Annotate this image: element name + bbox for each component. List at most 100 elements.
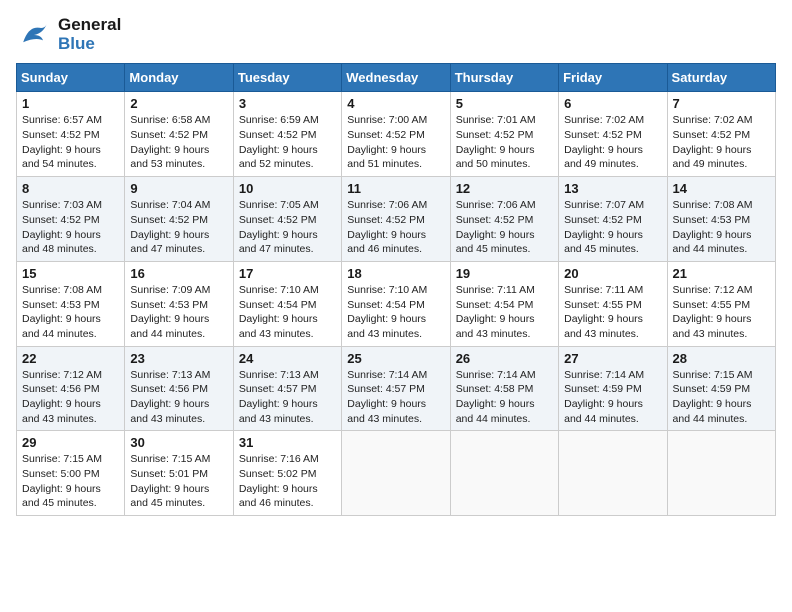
logo-text: General Blue (58, 16, 121, 53)
day-number: 5 (456, 96, 553, 111)
calendar-cell: 8 Sunrise: 7:03 AM Sunset: 4:52 PM Dayli… (17, 177, 125, 262)
day-info: Sunrise: 7:15 AM Sunset: 5:01 PM Dayligh… (130, 452, 227, 511)
calendar-cell: 21 Sunrise: 7:12 AM Sunset: 4:55 PM Dayl… (667, 261, 775, 346)
calendar-cell: 13 Sunrise: 7:07 AM Sunset: 4:52 PM Dayl… (559, 177, 667, 262)
calendar-cell: 18 Sunrise: 7:10 AM Sunset: 4:54 PM Dayl… (342, 261, 450, 346)
calendar-header-sunday: Sunday (17, 64, 125, 92)
day-info: Sunrise: 7:15 AM Sunset: 5:00 PM Dayligh… (22, 452, 119, 511)
day-info: Sunrise: 7:16 AM Sunset: 5:02 PM Dayligh… (239, 452, 336, 511)
calendar-cell: 9 Sunrise: 7:04 AM Sunset: 4:52 PM Dayli… (125, 177, 233, 262)
calendar-cell: 25 Sunrise: 7:14 AM Sunset: 4:57 PM Dayl… (342, 346, 450, 431)
day-info: Sunrise: 7:12 AM Sunset: 4:55 PM Dayligh… (673, 283, 770, 342)
logo: General Blue (16, 16, 121, 53)
day-number: 24 (239, 351, 336, 366)
calendar-table: SundayMondayTuesdayWednesdayThursdayFrid… (16, 63, 776, 516)
day-number: 22 (22, 351, 119, 366)
calendar-week-5: 29 Sunrise: 7:15 AM Sunset: 5:00 PM Dayl… (17, 431, 776, 516)
calendar-cell: 15 Sunrise: 7:08 AM Sunset: 4:53 PM Dayl… (17, 261, 125, 346)
calendar-week-4: 22 Sunrise: 7:12 AM Sunset: 4:56 PM Dayl… (17, 346, 776, 431)
day-number: 4 (347, 96, 444, 111)
day-info: Sunrise: 6:59 AM Sunset: 4:52 PM Dayligh… (239, 113, 336, 172)
day-info: Sunrise: 7:11 AM Sunset: 4:54 PM Dayligh… (456, 283, 553, 342)
day-number: 7 (673, 96, 770, 111)
day-info: Sunrise: 7:05 AM Sunset: 4:52 PM Dayligh… (239, 198, 336, 257)
day-number: 13 (564, 181, 661, 196)
day-info: Sunrise: 7:13 AM Sunset: 4:56 PM Dayligh… (130, 368, 227, 427)
day-number: 10 (239, 181, 336, 196)
day-number: 31 (239, 435, 336, 450)
calendar-week-3: 15 Sunrise: 7:08 AM Sunset: 4:53 PM Dayl… (17, 261, 776, 346)
calendar-cell: 20 Sunrise: 7:11 AM Sunset: 4:55 PM Dayl… (559, 261, 667, 346)
day-info: Sunrise: 7:00 AM Sunset: 4:52 PM Dayligh… (347, 113, 444, 172)
day-number: 16 (130, 266, 227, 281)
calendar-cell: 10 Sunrise: 7:05 AM Sunset: 4:52 PM Dayl… (233, 177, 341, 262)
calendar-header-tuesday: Tuesday (233, 64, 341, 92)
day-number: 28 (673, 351, 770, 366)
day-info: Sunrise: 7:15 AM Sunset: 4:59 PM Dayligh… (673, 368, 770, 427)
calendar-cell: 7 Sunrise: 7:02 AM Sunset: 4:52 PM Dayli… (667, 92, 775, 177)
calendar-cell: 4 Sunrise: 7:00 AM Sunset: 4:52 PM Dayli… (342, 92, 450, 177)
calendar-cell: 22 Sunrise: 7:12 AM Sunset: 4:56 PM Dayl… (17, 346, 125, 431)
calendar-header-thursday: Thursday (450, 64, 558, 92)
day-number: 21 (673, 266, 770, 281)
day-number: 3 (239, 96, 336, 111)
day-info: Sunrise: 7:09 AM Sunset: 4:53 PM Dayligh… (130, 283, 227, 342)
day-info: Sunrise: 7:06 AM Sunset: 4:52 PM Dayligh… (456, 198, 553, 257)
day-number: 1 (22, 96, 119, 111)
calendar-cell: 19 Sunrise: 7:11 AM Sunset: 4:54 PM Dayl… (450, 261, 558, 346)
day-info: Sunrise: 6:57 AM Sunset: 4:52 PM Dayligh… (22, 113, 119, 172)
day-info: Sunrise: 7:02 AM Sunset: 4:52 PM Dayligh… (673, 113, 770, 172)
calendar-cell: 24 Sunrise: 7:13 AM Sunset: 4:57 PM Dayl… (233, 346, 341, 431)
day-number: 8 (22, 181, 119, 196)
calendar-cell: 1 Sunrise: 6:57 AM Sunset: 4:52 PM Dayli… (17, 92, 125, 177)
calendar-cell: 12 Sunrise: 7:06 AM Sunset: 4:52 PM Dayl… (450, 177, 558, 262)
day-info: Sunrise: 7:14 AM Sunset: 4:59 PM Dayligh… (564, 368, 661, 427)
day-info: Sunrise: 7:01 AM Sunset: 4:52 PM Dayligh… (456, 113, 553, 172)
calendar-header-wednesday: Wednesday (342, 64, 450, 92)
calendar-cell (450, 431, 558, 516)
logo-icon (16, 17, 52, 53)
day-number: 23 (130, 351, 227, 366)
day-info: Sunrise: 7:10 AM Sunset: 4:54 PM Dayligh… (347, 283, 444, 342)
day-info: Sunrise: 7:08 AM Sunset: 4:53 PM Dayligh… (22, 283, 119, 342)
day-number: 20 (564, 266, 661, 281)
day-info: Sunrise: 7:13 AM Sunset: 4:57 PM Dayligh… (239, 368, 336, 427)
calendar-header-monday: Monday (125, 64, 233, 92)
calendar-cell: 23 Sunrise: 7:13 AM Sunset: 4:56 PM Dayl… (125, 346, 233, 431)
calendar-cell: 14 Sunrise: 7:08 AM Sunset: 4:53 PM Dayl… (667, 177, 775, 262)
day-info: Sunrise: 7:12 AM Sunset: 4:56 PM Dayligh… (22, 368, 119, 427)
day-info: Sunrise: 7:10 AM Sunset: 4:54 PM Dayligh… (239, 283, 336, 342)
day-info: Sunrise: 7:04 AM Sunset: 4:52 PM Dayligh… (130, 198, 227, 257)
calendar-cell: 11 Sunrise: 7:06 AM Sunset: 4:52 PM Dayl… (342, 177, 450, 262)
calendar-cell: 26 Sunrise: 7:14 AM Sunset: 4:58 PM Dayl… (450, 346, 558, 431)
day-number: 19 (456, 266, 553, 281)
calendar-cell: 6 Sunrise: 7:02 AM Sunset: 4:52 PM Dayli… (559, 92, 667, 177)
day-info: Sunrise: 7:14 AM Sunset: 4:57 PM Dayligh… (347, 368, 444, 427)
day-number: 11 (347, 181, 444, 196)
calendar-cell: 27 Sunrise: 7:14 AM Sunset: 4:59 PM Dayl… (559, 346, 667, 431)
calendar-header-saturday: Saturday (667, 64, 775, 92)
day-info: Sunrise: 7:14 AM Sunset: 4:58 PM Dayligh… (456, 368, 553, 427)
calendar-cell: 2 Sunrise: 6:58 AM Sunset: 4:52 PM Dayli… (125, 92, 233, 177)
day-number: 14 (673, 181, 770, 196)
calendar-cell: 31 Sunrise: 7:16 AM Sunset: 5:02 PM Dayl… (233, 431, 341, 516)
calendar-cell (342, 431, 450, 516)
calendar-cell: 17 Sunrise: 7:10 AM Sunset: 4:54 PM Dayl… (233, 261, 341, 346)
day-number: 2 (130, 96, 227, 111)
day-info: Sunrise: 7:02 AM Sunset: 4:52 PM Dayligh… (564, 113, 661, 172)
calendar-cell: 3 Sunrise: 6:59 AM Sunset: 4:52 PM Dayli… (233, 92, 341, 177)
day-info: Sunrise: 6:58 AM Sunset: 4:52 PM Dayligh… (130, 113, 227, 172)
day-number: 27 (564, 351, 661, 366)
day-number: 26 (456, 351, 553, 366)
day-info: Sunrise: 7:08 AM Sunset: 4:53 PM Dayligh… (673, 198, 770, 257)
calendar-header-friday: Friday (559, 64, 667, 92)
day-number: 30 (130, 435, 227, 450)
calendar-header: SundayMondayTuesdayWednesdayThursdayFrid… (17, 64, 776, 92)
day-info: Sunrise: 7:03 AM Sunset: 4:52 PM Dayligh… (22, 198, 119, 257)
calendar-week-2: 8 Sunrise: 7:03 AM Sunset: 4:52 PM Dayli… (17, 177, 776, 262)
day-number: 29 (22, 435, 119, 450)
day-info: Sunrise: 7:06 AM Sunset: 4:52 PM Dayligh… (347, 198, 444, 257)
day-number: 9 (130, 181, 227, 196)
day-number: 6 (564, 96, 661, 111)
day-number: 25 (347, 351, 444, 366)
